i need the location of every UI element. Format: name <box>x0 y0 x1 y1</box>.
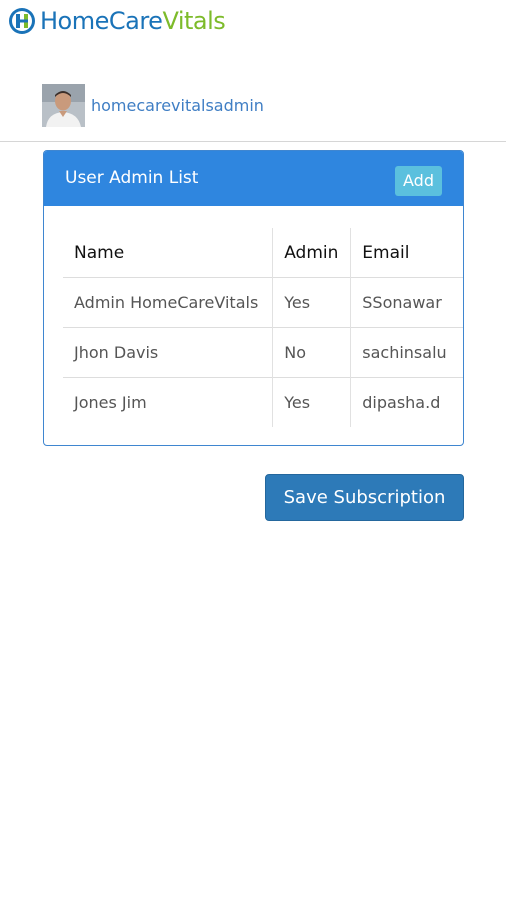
cell-admin: Yes <box>272 277 352 328</box>
cell-admin: No <box>272 327 352 378</box>
panel-title: User Admin List <box>65 168 199 188</box>
logo-text-homecare: HomeCare <box>40 7 163 35</box>
header-divider <box>0 141 506 142</box>
cell-name: Admin HomeCareVitals <box>63 277 274 328</box>
current-user[interactable]: homecarevitalsadmin <box>42 84 264 127</box>
logo-text-vitals: Vitals <box>162 7 226 35</box>
table-row[interactable]: Admin HomeCareVitals Yes SSonawar <box>63 277 463 328</box>
column-header-email[interactable]: Email <box>351 228 463 278</box>
cell-name: Jones Jim <box>63 377 274 427</box>
column-header-name[interactable]: Name <box>63 228 274 278</box>
cell-email: SSonawar <box>350 277 463 328</box>
avatar[interactable] <box>42 84 85 127</box>
user-table-scroll[interactable]: Name Admin Email Admin HomeCareVitals Ye… <box>63 228 463 427</box>
cell-email: dipasha.d <box>350 377 463 427</box>
add-user-button[interactable]: Add <box>395 166 442 196</box>
table-row[interactable]: Jones Jim Yes dipasha.d <box>63 377 463 427</box>
user-admin-table: Name Admin Email Admin HomeCareVitals Ye… <box>63 228 463 427</box>
logo-mark-icon <box>8 7 36 35</box>
save-subscription-button[interactable]: Save Subscription <box>265 474 464 521</box>
homecarevitals-logo[interactable]: HomeCareVitals <box>8 6 226 36</box>
user-admin-panel: User Admin List Add Name Admin Email Adm… <box>43 150 464 446</box>
user-photo-icon <box>42 84 85 127</box>
cell-admin: Yes <box>272 377 352 427</box>
app-header: HomeCareVitals <box>0 0 506 44</box>
panel-header: User Admin List Add <box>44 151 463 206</box>
column-header-admin[interactable]: Admin <box>272 228 352 278</box>
table-row[interactable]: Jhon Davis No sachinsalu <box>63 327 463 378</box>
logo-text: HomeCareVitals <box>40 6 226 36</box>
cell-email: sachinsalu <box>350 327 463 378</box>
table-header-row: Name Admin Email <box>63 228 463 278</box>
username-link[interactable]: homecarevitalsadmin <box>91 96 264 115</box>
cell-name: Jhon Davis <box>63 327 274 378</box>
